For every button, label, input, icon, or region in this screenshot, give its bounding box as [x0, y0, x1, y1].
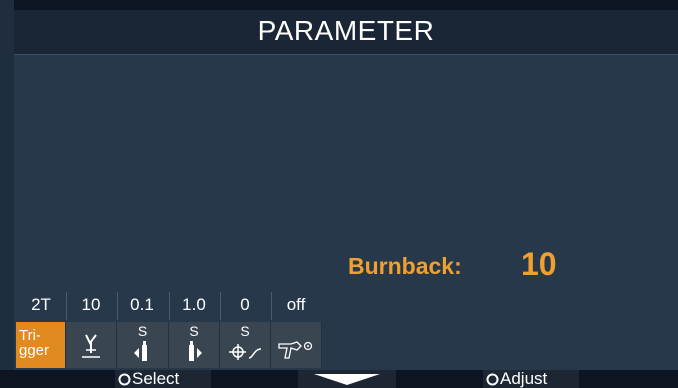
wire-feed-icon — [229, 344, 262, 360]
tile-pre-gas[interactable]: S — [117, 322, 169, 368]
top-border — [0, 0, 678, 10]
adjust-label: Adjust — [500, 369, 548, 388]
value-wire-inch: 0 — [240, 295, 250, 314]
value-trigger-mode: 2T — [31, 295, 51, 314]
value-burnback: 10 — [81, 295, 101, 314]
adjust-softkey[interactable]: Adjust — [483, 370, 579, 388]
value-post-gas: 1.0 — [182, 295, 206, 314]
tile-torch[interactable] — [271, 322, 322, 368]
left-edge — [0, 0, 14, 370]
page-title: PARAMETER — [257, 15, 435, 46]
tile-post-gas[interactable]: S — [169, 322, 220, 368]
pre-gas-icon — [134, 341, 147, 361]
title-bar: PARAMETER — [14, 10, 678, 55]
parameter-label: Burnback: — [348, 253, 462, 279]
value-torch: off — [286, 295, 306, 314]
value-pre-gas: 0.1 — [130, 295, 154, 314]
tile-wire-inch[interactable]: S — [220, 322, 271, 368]
trigger-label: Tri- gger — [19, 327, 50, 359]
tile-trigger[interactable]: Tri- gger — [16, 322, 66, 368]
arrow-down-icon — [314, 374, 380, 385]
post-gas-icon — [189, 341, 202, 361]
tile-burnback[interactable] — [66, 322, 117, 368]
parameter-value[interactable]: 10 — [521, 246, 557, 283]
select-softkey[interactable]: Select — [115, 370, 211, 388]
burnback-icon — [82, 334, 100, 358]
select-label: Select — [132, 369, 180, 388]
down-softkey[interactable] — [298, 370, 396, 388]
rotary-knob-icon — [118, 373, 131, 386]
rotary-knob-icon — [486, 373, 499, 386]
parameter-screen: PARAMETER Burnback: 10 2T 10 0.1 1.0 0 o… — [0, 0, 678, 388]
torch-icon — [278, 341, 313, 359]
